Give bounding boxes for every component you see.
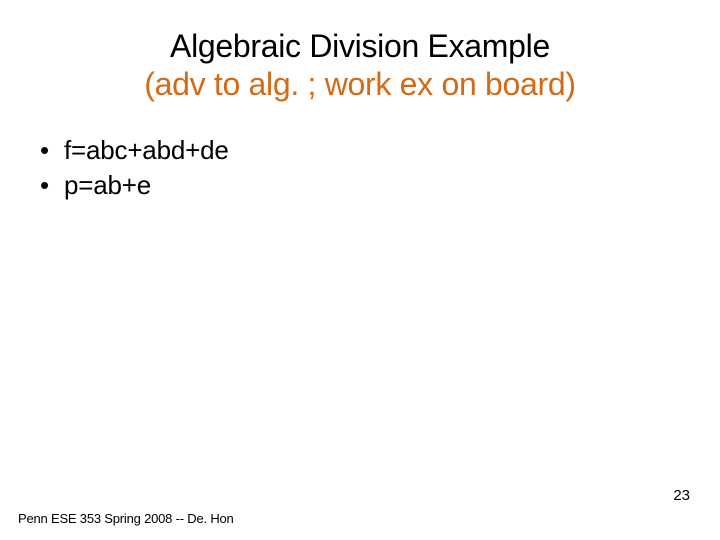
title-line-1: Algebraic Division Example — [36, 28, 684, 65]
title-line-2: (adv to alg. ; work ex on board) — [36, 65, 684, 103]
bullet-item: p=ab+e — [36, 168, 684, 203]
slide: Algebraic Division Example (adv to alg. … — [0, 0, 720, 540]
bullet-item: f=abc+abd+de — [36, 133, 684, 168]
page-number: 23 — [673, 487, 690, 504]
slide-body: f=abc+abd+de p=ab+e — [36, 133, 684, 203]
slide-title: Algebraic Division Example (adv to alg. … — [36, 28, 684, 103]
footer-text: Penn ESE 353 Spring 2008 -- De. Hon — [18, 511, 234, 526]
